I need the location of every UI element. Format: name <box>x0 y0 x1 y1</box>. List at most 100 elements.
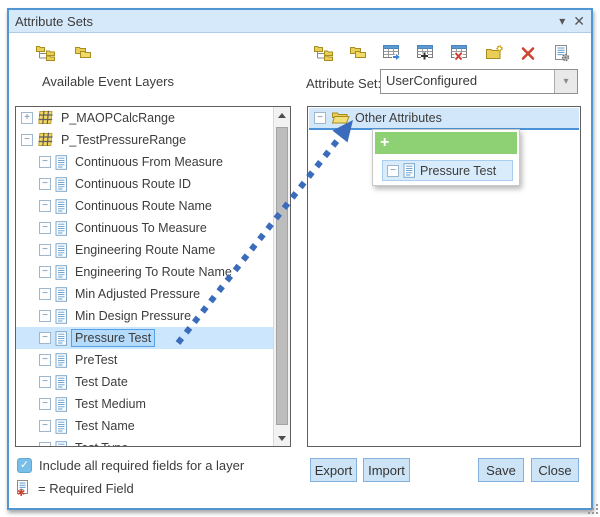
expand-toggle[interactable]: + <box>21 112 33 124</box>
field-label: Min Design Pressure <box>72 308 194 324</box>
collapse-toggle[interactable]: − <box>39 200 51 212</box>
tree-item-field[interactable]: − Pressure Test <box>16 327 273 349</box>
report-settings-button[interactable] <box>551 43 573 63</box>
collapse-toggle[interactable]: − <box>39 420 51 432</box>
field-label: Test Date <box>72 374 131 390</box>
required-field-legend: ✱ = Required Field <box>16 480 134 497</box>
scroll-up-icon[interactable] <box>274 107 290 123</box>
field-label: Engineering To Route Name <box>72 264 235 280</box>
table-remove-icon <box>451 45 470 61</box>
table-add-button[interactable] <box>415 43 437 63</box>
dragged-item-label: Pressure Test <box>420 164 496 178</box>
field-label: Engineering Route Name <box>72 242 218 258</box>
combo-dropdown-button[interactable]: ▾ <box>554 70 577 93</box>
open-folders-button[interactable] <box>72 43 94 63</box>
field-label: Pressure Test <box>72 330 154 346</box>
tree-item-field[interactable]: − Test Medium <box>16 393 273 415</box>
layer-tree: + P_MAOPCalcRange − <box>16 107 273 446</box>
collapse-toggle[interactable]: − <box>39 244 51 256</box>
collapse-toggle[interactable]: − <box>39 222 51 234</box>
chevron-down-icon: ▾ <box>563 76 568 87</box>
table-export-button[interactable] <box>381 43 403 63</box>
collapse-toggle[interactable]: − <box>39 332 51 344</box>
import-button[interactable]: Import <box>363 458 410 482</box>
tree-item-field[interactable]: − Min Design Pressure <box>16 305 273 327</box>
export-button[interactable]: Export <box>310 458 357 482</box>
delete-x-icon <box>520 46 536 61</box>
tree-item-field[interactable]: − Test Type <box>16 437 273 446</box>
collapse-toggle[interactable]: − <box>39 156 51 168</box>
resize-grip[interactable] <box>585 501 598 514</box>
attribute-set-panel: − Other Attributes + − <box>307 106 581 447</box>
field-doc-icon <box>55 419 68 434</box>
tree-item-field[interactable]: − Test Date <box>16 371 273 393</box>
attribute-set-combobox[interactable]: UserConfigured ▾ <box>380 69 578 94</box>
include-required-checkbox[interactable]: ✓ <box>17 458 32 473</box>
open-folders-icon <box>74 45 93 61</box>
tree-item-layer-maop[interactable]: + P_MAOPCalcRange <box>16 107 273 129</box>
tree-item-field[interactable]: − Engineering Route Name <box>16 239 273 261</box>
tree-scrollbar[interactable] <box>273 107 290 446</box>
close-dialog-icon[interactable]: ✕ <box>573 14 585 28</box>
collapse-toggle[interactable]: − <box>39 178 51 190</box>
tree-item-field[interactable]: − PreTest <box>16 349 273 371</box>
collapse-dialog-icon[interactable]: ▾ <box>559 15 565 27</box>
field-doc-icon <box>55 177 68 192</box>
dialog-title: Attribute Sets <box>15 14 93 29</box>
field-label: Continuous From Measure <box>72 154 226 170</box>
layer-label: P_MAOPCalcRange <box>58 110 178 126</box>
scroll-down-icon[interactable] <box>274 430 290 446</box>
delete-button[interactable] <box>517 43 539 63</box>
attribute-set-value[interactable]: UserConfigured <box>381 70 554 93</box>
tree-item-field[interactable]: − Continuous To Measure <box>16 217 273 239</box>
layer-tree-button-2[interactable] <box>313 43 335 63</box>
collapse-toggle[interactable]: − <box>39 310 51 322</box>
field-doc-icon <box>55 375 68 390</box>
tree-item-field[interactable]: − Min Adjusted Pressure <box>16 283 273 305</box>
layer-label: P_TestPressureRange <box>58 132 189 148</box>
attribute-set-label: Attribute Set: <box>306 76 381 91</box>
close-button[interactable]: Close <box>531 458 579 482</box>
save-button[interactable]: Save <box>478 458 524 482</box>
other-attributes-folder-row[interactable]: − Other Attributes <box>309 108 579 130</box>
table-remove-button[interactable] <box>449 43 471 63</box>
plus-icon: + <box>380 135 389 151</box>
tree-item-field[interactable]: − Test Name <box>16 415 273 437</box>
collapse-toggle[interactable]: − <box>39 266 51 278</box>
required-field-label: = Required Field <box>38 481 134 496</box>
open-folders-button-2[interactable] <box>347 43 369 63</box>
toolbar-right <box>313 43 573 63</box>
tree-item-field[interactable]: − Continuous From Measure <box>16 151 273 173</box>
field-doc-icon <box>55 331 68 346</box>
collapse-toggle[interactable]: − <box>314 112 326 124</box>
tree-item-field[interactable]: − Continuous Route Name <box>16 195 273 217</box>
collapse-toggle[interactable]: − <box>39 398 51 410</box>
field-label: Continuous To Measure <box>72 220 210 236</box>
report-settings-icon <box>553 45 571 62</box>
field-doc-icon <box>55 287 68 302</box>
field-doc-icon <box>55 243 68 258</box>
collapse-toggle[interactable]: − <box>39 442 51 446</box>
layer-tree-button[interactable] <box>35 43 57 63</box>
collapse-toggle[interactable]: − <box>39 288 51 300</box>
tree-item-field[interactable]: − Engineering To Route Name <box>16 261 273 283</box>
field-doc-icon <box>55 221 68 236</box>
dragged-item-row: − Pressure Test <box>382 160 513 181</box>
folder-new-button[interactable] <box>483 43 505 63</box>
collapse-toggle[interactable]: − <box>21 134 33 146</box>
tree-item-field[interactable]: − Continuous Route ID <box>16 173 273 195</box>
collapse-toggle[interactable]: − <box>39 354 51 366</box>
field-label: Test Name <box>72 418 138 434</box>
field-label: Min Adjusted Pressure <box>72 286 203 302</box>
svg-text:✱: ✱ <box>17 488 25 497</box>
folder-label: Other Attributes <box>355 111 442 125</box>
layer-tree-icon <box>314 45 334 61</box>
collapse-toggle[interactable]: − <box>39 376 51 388</box>
include-required-row: ✓ Include all required fields for a laye… <box>17 458 244 473</box>
table-export-icon <box>383 45 402 61</box>
titlebar[interactable]: Attribute Sets ▾ ✕ <box>9 10 591 33</box>
scrollbar-thumb[interactable] <box>276 127 288 425</box>
event-layer-icon <box>37 132 54 148</box>
collapse-toggle: − <box>387 165 399 177</box>
tree-item-layer-testpressure[interactable]: − P_TestPressureRange <box>16 129 273 151</box>
